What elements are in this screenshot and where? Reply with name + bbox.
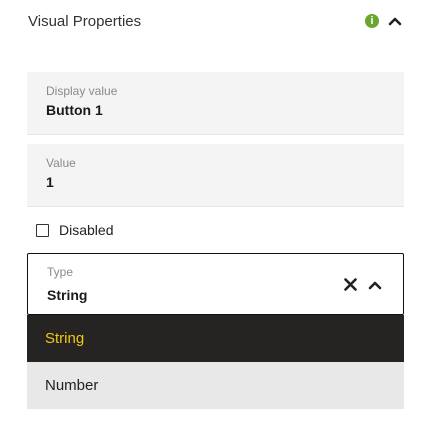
option-string[interactable]: String	[27, 315, 404, 362]
value-label: Value	[46, 156, 76, 170]
type-value: String	[47, 287, 88, 303]
value-input[interactable]: 1	[46, 174, 385, 190]
chevron-up-icon[interactable]	[367, 279, 383, 291]
close-icon[interactable]	[344, 278, 357, 291]
header-icons: i	[365, 14, 403, 28]
disabled-checkbox-row[interactable]: Disabled	[36, 220, 113, 240]
type-select[interactable]: Type String	[27, 253, 404, 315]
disabled-checkbox[interactable]	[36, 223, 49, 237]
type-label: Type	[47, 265, 74, 279]
display-value-input[interactable]: Button 1	[46, 102, 385, 118]
visual-properties-header: Visual Properties i	[28, 8, 403, 34]
chevron-up-icon[interactable]	[387, 15, 403, 27]
type-dropdown-list: String Number	[27, 315, 404, 409]
info-icon[interactable]: i	[365, 14, 379, 28]
display-value-field[interactable]: Display value Button 1	[27, 72, 404, 135]
option-label: Number	[45, 377, 99, 394]
display-value-label: Display value	[46, 84, 118, 98]
value-field[interactable]: Value 1	[27, 144, 404, 207]
option-label: String	[45, 330, 85, 347]
type-select-actions	[344, 278, 383, 291]
option-number[interactable]: Number	[27, 362, 404, 409]
disabled-label: Disabled	[59, 222, 114, 238]
section-title: Visual Properties	[28, 12, 142, 30]
